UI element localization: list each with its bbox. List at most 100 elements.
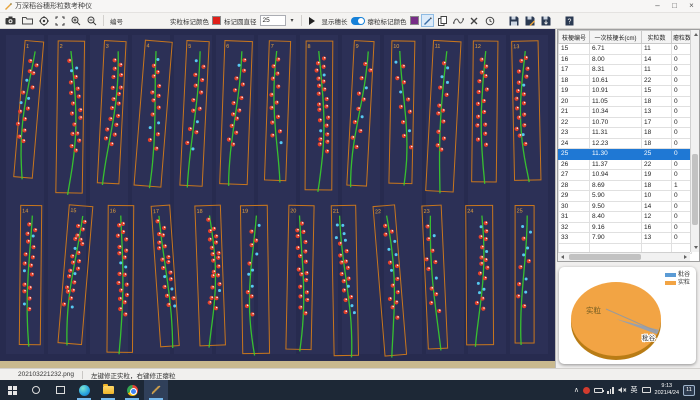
table-cell: 17 [642, 117, 672, 128]
zoom-in-button[interactable] [69, 14, 83, 27]
table-row[interactable]: 2611.37220 [559, 159, 692, 170]
task-view-button[interactable] [48, 380, 72, 400]
table-cell: 27 [559, 170, 590, 181]
battery-icon[interactable] [594, 388, 603, 393]
table-row[interactable]: 329.16160 [559, 222, 692, 233]
expand-icon [55, 16, 65, 26]
specimen-image-canvas[interactable]: 1234567891011121314151617181920212223242… [0, 29, 556, 368]
target-button[interactable] [37, 14, 51, 27]
table-cell: 18 [642, 138, 672, 149]
taskbar: ∧ 英 9:13 2021/4/24 11 [0, 380, 700, 400]
table-row[interactable]: 2311.31180 [559, 128, 692, 139]
column-header[interactable]: 实粒数 [642, 31, 672, 44]
scroll-left-button[interactable] [558, 253, 567, 262]
play-button[interactable] [306, 14, 319, 27]
toolbar-separator [301, 15, 302, 26]
scroll-down-button[interactable] [691, 243, 700, 252]
diameter-dropdown-arrow[interactable]: ▾ [288, 17, 297, 24]
report-button[interactable]: ? [563, 14, 576, 27]
table-cell: 15 [559, 44, 590, 55]
table-cell: 0 [672, 86, 692, 97]
table-row[interactable]: 318.40120 [559, 212, 692, 223]
copy-button[interactable] [436, 14, 449, 27]
fit-screen-button[interactable] [53, 14, 67, 27]
table-row[interactable]: 2412.23180 [559, 138, 692, 149]
history-button[interactable] [483, 14, 497, 27]
ime-indicator[interactable]: 英 [631, 385, 638, 395]
zoom-out-button[interactable] [85, 14, 99, 27]
column-header[interactable]: 瘪粒数 [672, 31, 692, 44]
table-row[interactable]: 2511.30250 [559, 149, 692, 160]
tray-expand-button[interactable]: ∧ [574, 387, 579, 394]
export-button[interactable] [539, 14, 553, 27]
svg-text:16: 16 [110, 208, 116, 214]
scroll-right-button[interactable] [681, 253, 690, 262]
touch-keyboard-icon[interactable] [642, 387, 651, 393]
column-header[interactable]: 一次枝梗长(cm) [590, 31, 642, 44]
maximize-button[interactable]: □ [666, 0, 683, 12]
results-table-container: 枝梗编号一次枝梗长(cm)实粒数瘪粒数 156.71110168.0014017… [557, 29, 700, 262]
filled-color-swatch[interactable] [212, 16, 221, 25]
search-button[interactable] [24, 380, 48, 400]
table-cell: 0 [672, 170, 692, 181]
taskbar-chrome[interactable] [120, 380, 144, 400]
delete-button[interactable] [468, 14, 481, 27]
table-cell: 9.50 [590, 201, 642, 212]
capture-button[interactable] [3, 14, 18, 27]
table-cell: 22 [642, 159, 672, 170]
table-cell: 0 [672, 222, 692, 233]
table-cell: 0 [672, 212, 692, 223]
open-folder-button[interactable] [20, 14, 35, 27]
save-button[interactable] [507, 14, 521, 27]
start-button[interactable] [0, 380, 24, 400]
table-row[interactable]: 337.90130 [559, 233, 692, 244]
tray-security-icon[interactable] [583, 387, 590, 394]
vertical-scroll-thumb[interactable] [692, 154, 698, 225]
table-row[interactable]: 295.90100 [559, 191, 692, 202]
network-icon[interactable] [607, 387, 614, 394]
search-icon [32, 386, 40, 394]
table-row[interactable]: 178.31110 [559, 65, 692, 76]
table-row[interactable]: 168.00140 [559, 54, 692, 65]
table-cell: 0 [672, 128, 692, 139]
scroll-up-button[interactable] [691, 30, 700, 39]
table-cell: 29 [559, 191, 590, 202]
minimize-button[interactable]: – [649, 0, 666, 12]
table-row[interactable]: 309.50140 [559, 201, 692, 212]
horizontal-scroll-thumb[interactable] [569, 254, 641, 260]
edge-browser-icon [79, 385, 90, 396]
grain-ratio-pie-card: 秕谷实粒 实粒秕谷 [559, 267, 696, 364]
taskbar-app-active[interactable] [144, 380, 168, 400]
table-row[interactable]: 1910.91150 [559, 86, 692, 97]
taskbar-clock[interactable]: 9:13 2021/4/24 [655, 383, 679, 396]
taskbar-edge[interactable] [72, 380, 96, 400]
table-cell: 18 [642, 128, 672, 139]
save-report-button[interactable] [523, 14, 537, 27]
taskbar-explorer[interactable] [96, 380, 120, 400]
chrome-browser-icon [127, 385, 138, 396]
table-row[interactable]: 156.71110 [559, 44, 692, 55]
table-cell: 11.05 [590, 96, 642, 107]
table-horizontal-scrollbar[interactable] [558, 252, 690, 261]
save-disk-edit-icon [525, 16, 535, 26]
curve-tool-button[interactable] [451, 14, 466, 27]
table-cell: 11.31 [590, 128, 642, 139]
table-row[interactable]: 1810.61220 [559, 75, 692, 86]
table-cell: 8.00 [590, 54, 642, 65]
table-vertical-scrollbar[interactable] [690, 30, 699, 252]
close-button[interactable]: × [683, 0, 700, 12]
show-length-label: 显示穗长 [322, 16, 348, 26]
table-row[interactable]: 2710.94190 [559, 170, 692, 181]
table-row[interactable]: 2011.05180 [559, 96, 692, 107]
volume-muted-icon[interactable] [618, 386, 627, 394]
table-row[interactable]: 2110.34130 [559, 107, 692, 118]
column-header[interactable]: 枝梗编号 [559, 31, 590, 44]
show-length-toggle[interactable] [351, 17, 365, 25]
table-row[interactable]: 288.69181 [559, 180, 692, 191]
table-row[interactable]: 2210.70170 [559, 117, 692, 128]
notification-badge[interactable]: 11 [683, 385, 695, 396]
pencil-tool-button[interactable] [421, 14, 434, 27]
empty-color-swatch[interactable] [410, 16, 419, 25]
number-button[interactable]: 编号 [109, 14, 124, 27]
diameter-select[interactable]: 25 [260, 15, 286, 26]
